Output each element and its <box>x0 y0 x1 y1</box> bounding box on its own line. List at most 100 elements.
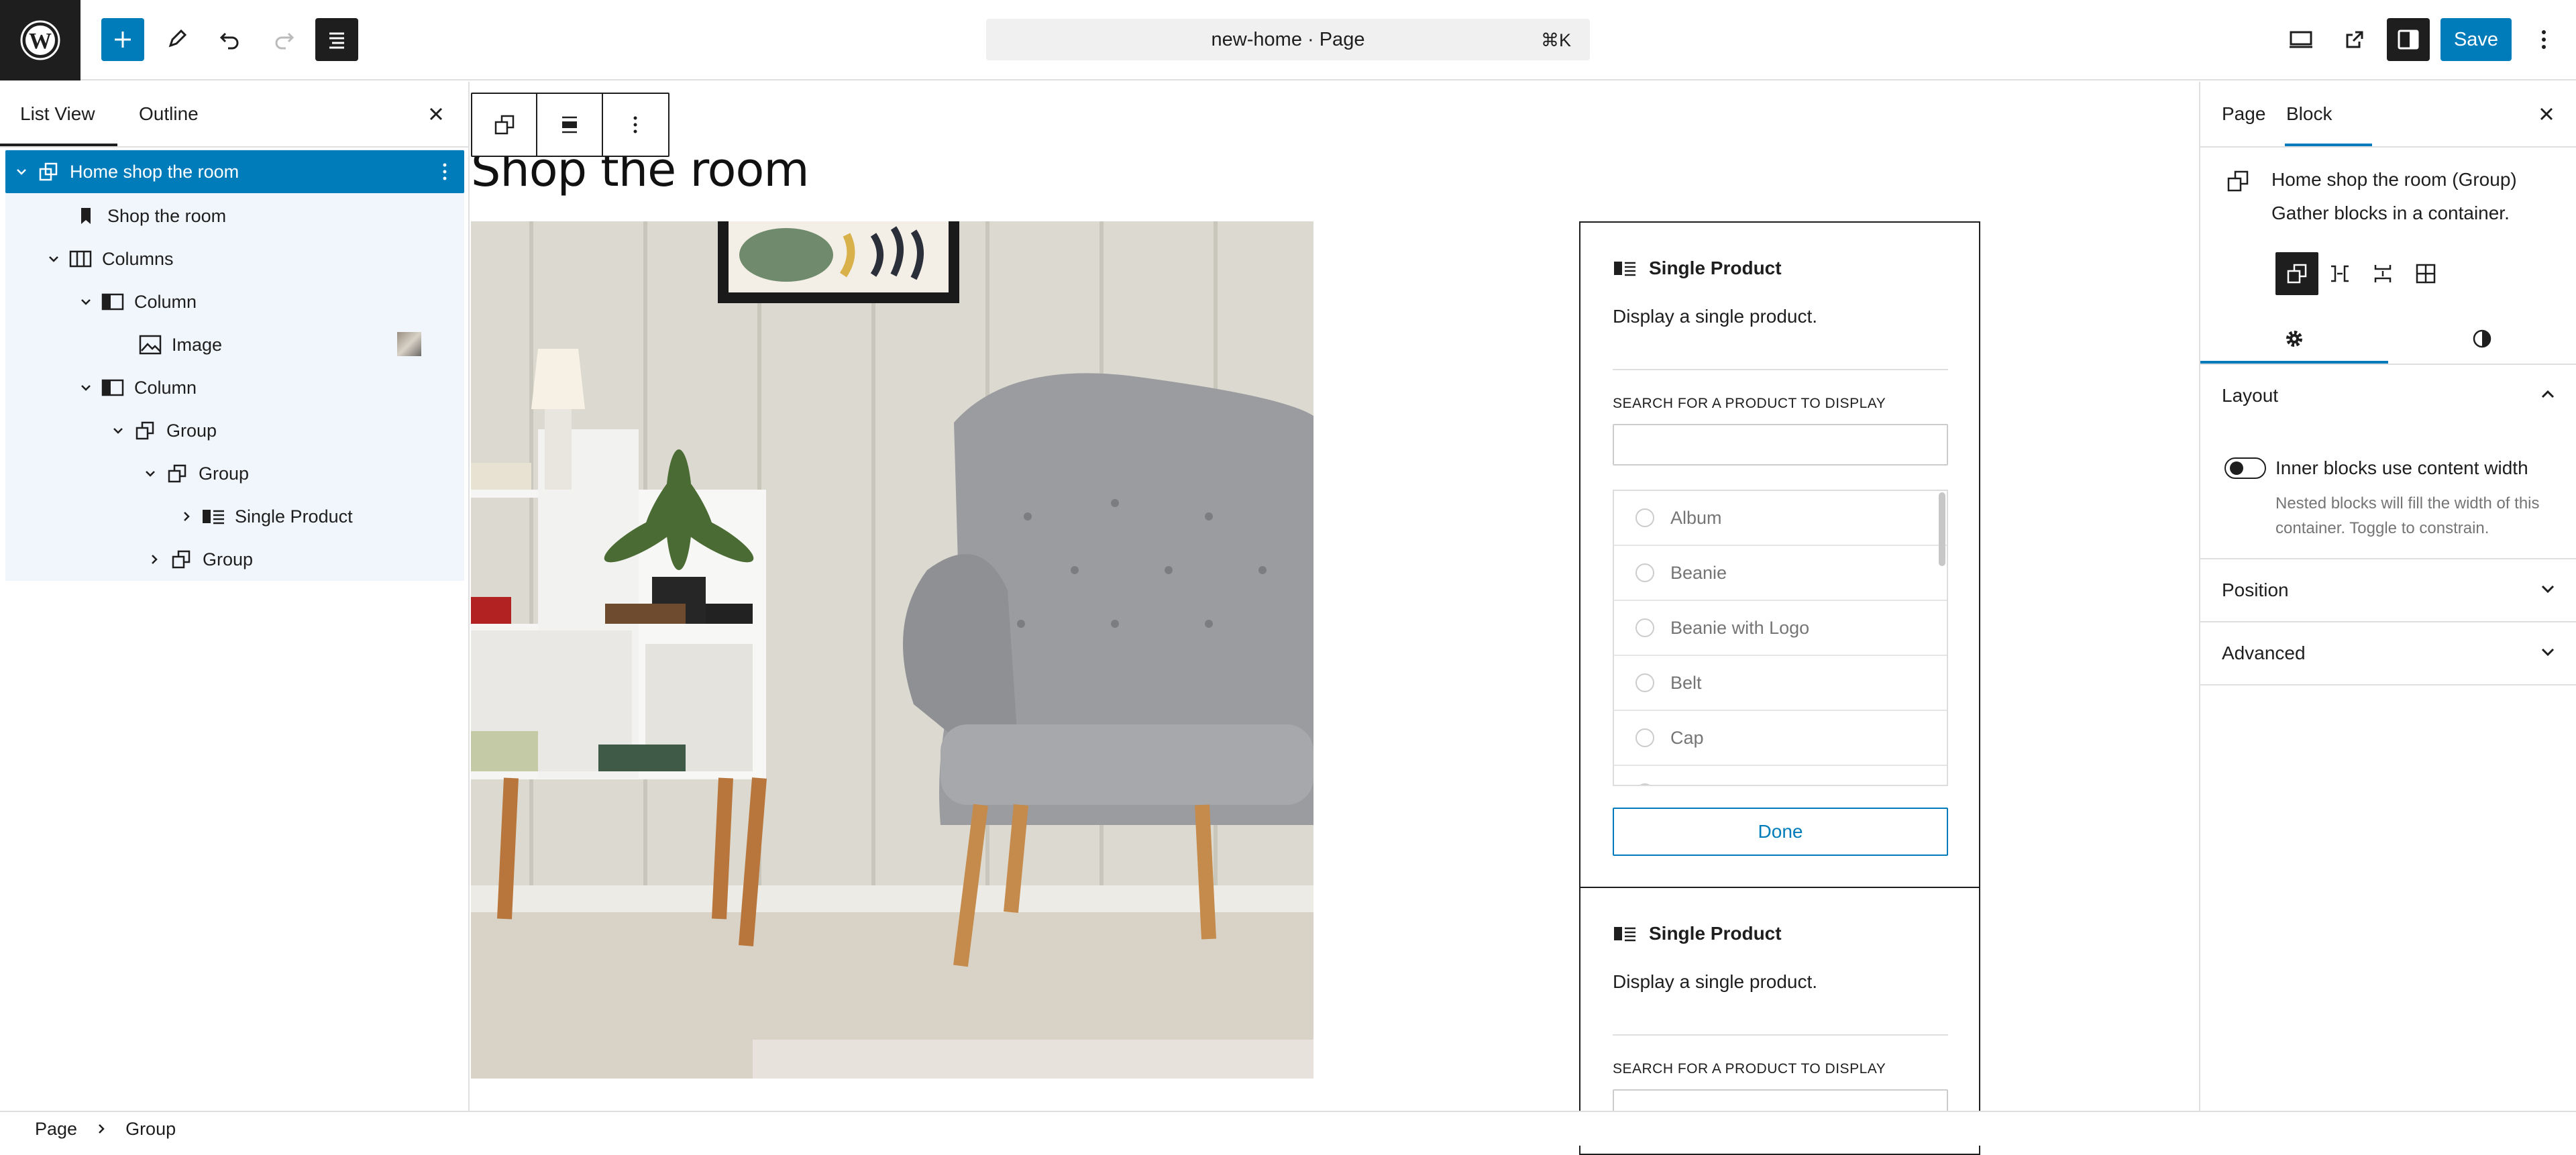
tree-item-shop-the-room[interactable]: Shop the room <box>5 195 464 237</box>
breadcrumb: Page Group <box>0 1111 2576 1146</box>
edit-tool-icon[interactable] <box>155 18 198 61</box>
tree-item-columns[interactable]: Columns <box>5 237 464 280</box>
divider <box>2200 684 2576 685</box>
align-icon[interactable] <box>537 94 603 156</box>
add-block-button[interactable] <box>101 18 144 61</box>
block-card-description: Gather blocks in a container. <box>2271 203 2510 223</box>
chevron-down-icon[interactable] <box>43 237 64 280</box>
toggle-label: Inner blocks use content width <box>2275 457 2528 478</box>
product-search-input[interactable] <box>1613 424 1948 465</box>
content-width-toggle[interactable] <box>2224 457 2266 479</box>
wordpress-logo-icon[interactable]: W <box>0 0 80 80</box>
product-option-belt[interactable]: Belt <box>1614 656 1947 711</box>
settings-tab-gear-icon[interactable] <box>2200 314 2388 364</box>
search-label: SEARCH FOR A PRODUCT TO DISPLAY <box>1613 1061 1886 1077</box>
more-options-icon[interactable] <box>603 94 668 156</box>
breadcrumb-item-group[interactable]: Group <box>125 1119 176 1140</box>
tree-item-home-shop-the-room[interactable]: Home shop the room <box>5 150 464 193</box>
group-variation-icon[interactable] <box>2275 252 2318 295</box>
radio-icon[interactable] <box>1635 508 1654 527</box>
tree-item-image[interactable]: Image <box>5 323 464 366</box>
radio-icon[interactable] <box>1635 618 1654 637</box>
bookmark-icon <box>74 204 98 228</box>
card-title-text: Single Product <box>1649 923 1782 944</box>
radio-icon[interactable] <box>1635 783 1654 785</box>
row-variation-icon[interactable] <box>2318 252 2361 295</box>
save-button[interactable]: Save <box>2440 18 2512 61</box>
chevron-down-icon[interactable] <box>2538 580 2557 598</box>
tree-item-label: Group <box>199 463 250 484</box>
tree-item-group[interactable]: Group <box>5 452 464 495</box>
product-option-cap[interactable]: Cap <box>1614 711 1947 766</box>
panel-title: Position <box>2222 580 2289 600</box>
tab-outline[interactable]: Outline <box>139 82 199 146</box>
chevron-right-icon[interactable] <box>176 495 197 538</box>
toggle-knob <box>2230 461 2243 475</box>
tree-item-label: Group <box>203 549 254 569</box>
search-label: SEARCH FOR A PRODUCT TO DISPLAY <box>1613 396 1886 411</box>
divider <box>0 146 468 148</box>
breadcrumb-item-page[interactable]: Page <box>35 1119 77 1140</box>
group-icon <box>165 461 189 486</box>
product-option-beanie[interactable]: Beanie <box>1614 546 1947 601</box>
chevron-down-icon[interactable] <box>75 366 97 409</box>
close-icon[interactable] <box>423 101 449 127</box>
document-overview-icon[interactable] <box>315 18 358 61</box>
more-options-icon[interactable] <box>435 150 455 193</box>
product-icon <box>201 504 225 529</box>
close-icon[interactable] <box>2533 101 2560 127</box>
tree-item-single-product[interactable]: Single Product <box>5 495 464 538</box>
scrollbar[interactable] <box>1939 492 1945 566</box>
tree-item-label: Shop the room <box>107 205 227 226</box>
single-product-placeholder[interactable]: Single Product Display a single product.… <box>1579 221 1980 888</box>
card-title-text: Single Product <box>1649 258 1782 278</box>
column-icon <box>101 376 125 400</box>
tree-item-column[interactable]: Column <box>5 280 464 323</box>
preview-icon[interactable] <box>2279 18 2322 61</box>
chevron-up-icon[interactable] <box>2538 385 2557 404</box>
options-menu-icon[interactable] <box>2522 18 2565 61</box>
undo-icon[interactable] <box>209 18 252 61</box>
tree-item-label: Columns <box>102 248 174 269</box>
room-photo[interactable] <box>471 221 1313 1079</box>
product-option-label: Album <box>1670 507 1722 528</box>
tree-item-group[interactable]: Group <box>5 538 464 581</box>
toggle-help-text: Nested blocks will fill the width of thi… <box>2275 494 2540 537</box>
radio-icon[interactable] <box>1635 728 1654 747</box>
block-type-group-icon[interactable] <box>472 94 538 156</box>
group-icon <box>2226 169 2250 193</box>
chevron-down-icon[interactable] <box>11 150 32 193</box>
chevron-down-icon[interactable] <box>2538 643 2557 661</box>
redo-icon[interactable] <box>262 18 305 61</box>
product-option-label: Beanie <box>1670 562 1727 583</box>
chevron-down-icon[interactable] <box>75 280 97 323</box>
tree-item-column[interactable]: Column <box>5 366 464 409</box>
settings-sidebar-icon[interactable] <box>2387 18 2430 61</box>
product-option-album[interactable]: Album <box>1614 491 1947 546</box>
tab-block[interactable]: Block <box>2286 82 2332 146</box>
chevron-down-icon[interactable] <box>107 409 129 452</box>
tree-item-group[interactable]: Group <box>5 409 464 452</box>
product-option-beanie-with-logo[interactable]: Beanie with Logo <box>1614 601 1947 656</box>
stack-variation-icon[interactable] <box>2361 252 2404 295</box>
tab-page[interactable]: Page <box>2222 82 2265 146</box>
product-option-partial[interactable] <box>1614 766 1947 785</box>
settings-sidebar: Page Block Home shop the room (Group) Ga… <box>2199 82 2576 1111</box>
command-center[interactable]: new-home · Page ⌘K <box>986 19 1590 60</box>
view-page-external-icon[interactable] <box>2333 18 2376 61</box>
tab-list-view[interactable]: List View <box>20 82 95 146</box>
styles-tab-contrast-icon[interactable] <box>2388 314 2576 364</box>
grid-variation-icon[interactable] <box>2404 252 2447 295</box>
radio-icon[interactable] <box>1635 563 1654 582</box>
product-list[interactable]: Album Beanie Beanie with Logo Belt Cap <box>1613 490 1948 786</box>
svg-text:W: W <box>29 29 52 54</box>
panel-layout[interactable]: Layout <box>2200 365 2576 427</box>
done-button[interactable]: Done <box>1613 808 1948 856</box>
product-icon <box>1614 927 1635 942</box>
chevron-right-icon[interactable] <box>144 538 165 581</box>
panel-position[interactable]: Position <box>2200 559 2576 621</box>
radio-icon[interactable] <box>1635 673 1654 692</box>
chevron-down-icon[interactable] <box>140 452 161 495</box>
divider <box>2200 146 2576 148</box>
panel-advanced[interactable]: Advanced <box>2200 622 2576 684</box>
